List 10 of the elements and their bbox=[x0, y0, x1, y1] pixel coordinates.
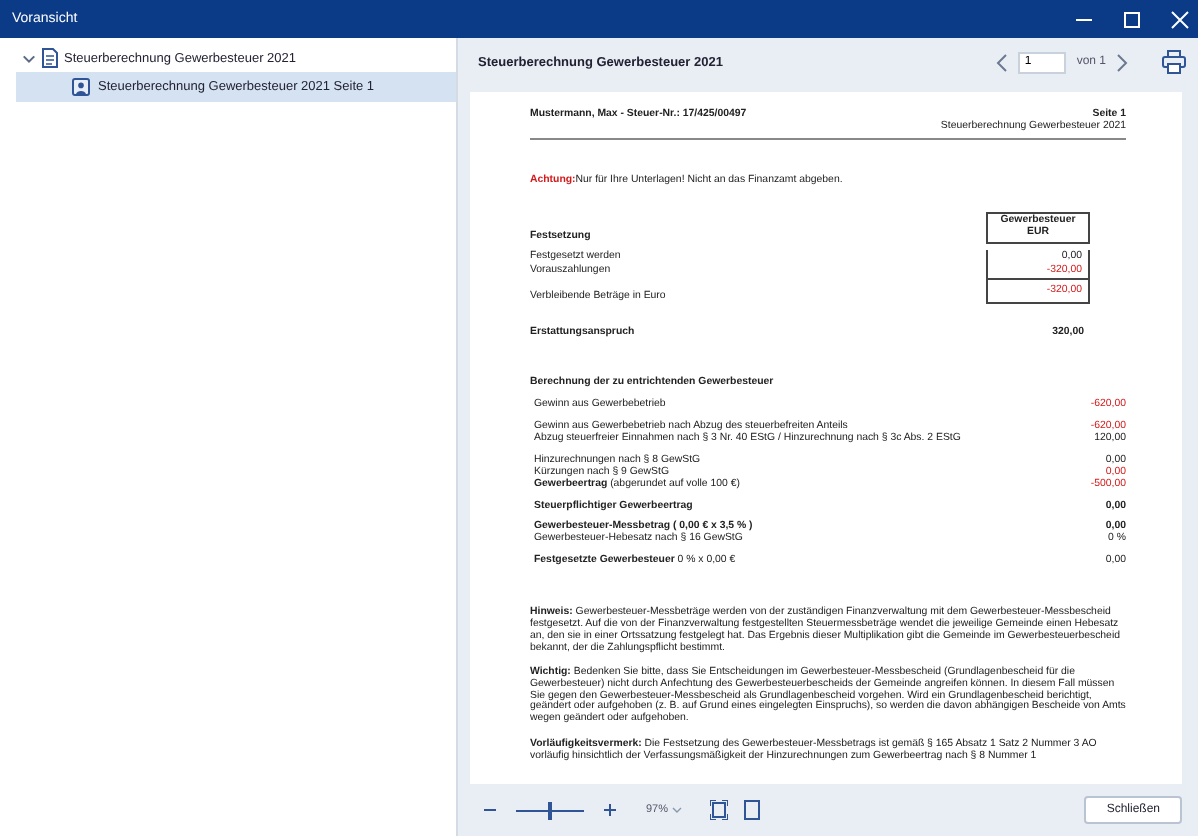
close-icon[interactable] bbox=[1170, 9, 1190, 29]
previous-page-icon[interactable] bbox=[996, 53, 1009, 71]
chevron-icon[interactable] bbox=[22, 51, 36, 65]
zoom-in-icon[interactable] bbox=[602, 802, 618, 818]
print-icon[interactable] bbox=[1162, 50, 1186, 74]
maximize-icon[interactable] bbox=[1122, 9, 1142, 29]
fit-page-icon[interactable] bbox=[710, 800, 729, 820]
caret-icon bbox=[672, 806, 683, 814]
next-page-icon[interactable] bbox=[1116, 53, 1128, 71]
document-icon bbox=[42, 48, 58, 68]
